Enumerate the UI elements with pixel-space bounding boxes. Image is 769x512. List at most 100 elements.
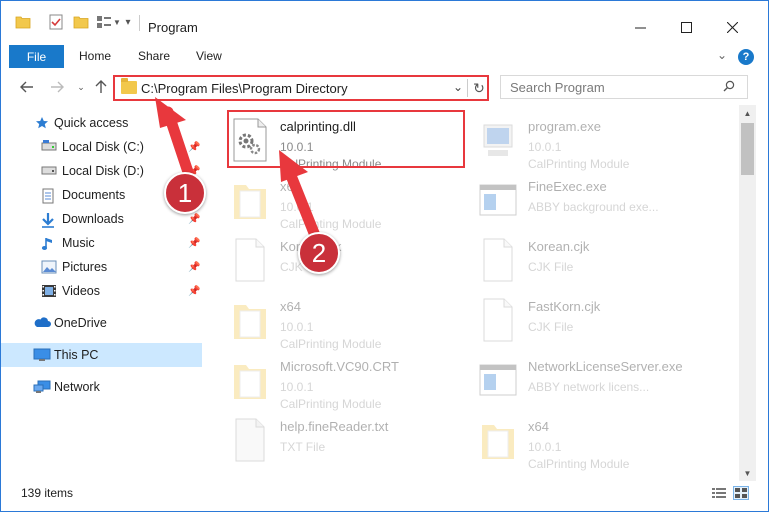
tab-view[interactable]: View [196, 49, 222, 63]
music-icon [41, 236, 57, 250]
folder-icon[interactable] [15, 13, 31, 31]
file-name: Microsoft.VC90.CRT [280, 359, 399, 374]
file-description: CalPrinting Module [528, 157, 630, 171]
file-name: FastKorn.cjk [528, 299, 601, 314]
folder-item-x64-2[interactable]: x64 10.0.1 CalPrinting Module [230, 293, 470, 351]
file-item-fineexec-exe[interactable]: FineExec.exe ABBY background exe... [478, 173, 718, 231]
address-bar[interactable]: C:\Program Files\Program Directory ⌄ ↻ [113, 75, 489, 101]
back-arrow-icon [20, 81, 33, 93]
sidebar-item-label: Local Disk (C:) [62, 140, 144, 154]
tab-home[interactable]: Home [79, 49, 111, 63]
ribbon-tabs: File Home Share View ⌄ ? [1, 45, 768, 69]
file-name: help.fineReader.txt [280, 419, 389, 434]
explorer-window: ▼ ▾ Program File Home Share View ⌄ ? ⌄ C… [0, 0, 769, 512]
search-input[interactable]: Search Program [500, 75, 748, 99]
file-description: CalPrinting Module [280, 217, 382, 231]
sidebar-item-label: Network [54, 380, 100, 394]
folder-item-x64-3[interactable]: x64 10.0.1 CalPrinting Module [478, 413, 718, 471]
pin-icon[interactable]: 📌 [188, 238, 200, 249]
file-description: CalPrinting Module [528, 457, 630, 471]
file-item-networklicenseserver-exe[interactable]: NetworkLicenseServer.exe ABBY network li… [478, 353, 718, 411]
sidebar-item-onedrive[interactable]: OneDrive [1, 311, 202, 335]
file-name: x64 [528, 419, 549, 434]
file-item-korean-cjk[interactable]: Korean.cjk CJK File [230, 233, 470, 291]
title-separator [139, 15, 140, 31]
documents-icon [41, 188, 57, 204]
forward-button[interactable] [47, 77, 67, 97]
exe-icon [478, 117, 522, 165]
properties-icon[interactable] [45, 13, 67, 31]
minimize-button[interactable] [617, 12, 663, 42]
navigation-pane: Quick access Local Disk (C:) 📌 Local Dis… [1, 109, 206, 479]
pin-icon[interactable]: 📌 [188, 262, 200, 273]
file-type: TXT File [280, 440, 326, 454]
customize-toolbar-icon[interactable]: ▾ [123, 13, 133, 31]
window-exe-icon [478, 357, 522, 405]
folder-doc-icon [230, 297, 274, 345]
folder-item-microsoft-vc90-crt[interactable]: Microsoft.VC90.CRT 10.0.1 CalPrinting Mo… [230, 353, 470, 411]
customize-view-icon[interactable] [95, 13, 113, 31]
pin-icon[interactable]: 📌 [188, 142, 200, 153]
back-button[interactable] [17, 77, 37, 97]
help-icon[interactable]: ? [738, 49, 754, 65]
sidebar-item-downloads[interactable]: Downloads 📌 [1, 207, 202, 231]
step-badge-2: 2 [298, 232, 340, 274]
file-version: 10.0.1 [528, 140, 562, 154]
file-item-help-finereader-txt[interactable]: help.fineReader.txt TXT File [230, 413, 470, 471]
file-item-program-exe[interactable]: program.exe 10.0.1 CalPrinting Module [478, 113, 718, 171]
file-name: NetworkLicenseServer.exe [528, 359, 683, 374]
address-path[interactable]: C:\Program Files\Program Directory [141, 81, 348, 96]
folder-item-x64[interactable]: x64 10.0.1 CalPrinting Module [230, 173, 470, 231]
text-file-icon [230, 417, 274, 465]
search-icon[interactable] [723, 80, 735, 95]
window-title: Program [148, 20, 198, 35]
blank-file-icon [478, 297, 522, 345]
file-item-fastkorn-cjk[interactable]: FastKorn.cjk CJK File [478, 293, 718, 351]
qa-dropdown-icon[interactable]: ▼ [113, 13, 121, 31]
recent-locations-icon[interactable]: ⌄ [71, 77, 91, 97]
file-highlight-box [227, 110, 465, 168]
up-arrow-icon [95, 80, 107, 93]
sidebar-item-quick-access[interactable]: Quick access [1, 111, 202, 135]
pin-icon[interactable]: 📌 [188, 286, 200, 297]
title-bar: ▼ ▾ Program [1, 1, 768, 41]
file-version: 10.0.1 [528, 440, 562, 454]
maximize-button[interactable] [663, 12, 709, 42]
scrollbar-thumb[interactable] [741, 123, 754, 175]
scroll-down-icon[interactable]: ▼ [739, 465, 756, 481]
file-item-korean-cjk-2[interactable]: Korean.cjk CJK File [478, 233, 718, 291]
cloud-icon [33, 316, 51, 330]
up-button[interactable] [91, 77, 111, 97]
details-view-icon[interactable] [711, 486, 727, 500]
file-version: 10.0.1 [280, 320, 314, 334]
expand-ribbon-icon[interactable]: ⌄ [717, 48, 727, 62]
sidebar-item-network[interactable]: Network [1, 375, 202, 399]
file-description: CalPrinting Module [280, 337, 382, 351]
window-exe-icon [478, 177, 522, 225]
large-icons-view-icon[interactable] [733, 486, 749, 500]
pin-icon[interactable]: 📌 [188, 214, 200, 225]
file-version: 10.0.1 [280, 200, 314, 214]
vertical-scrollbar[interactable]: ▲ ▼ [739, 105, 756, 481]
folder-doc-icon [230, 177, 274, 225]
file-version: 10.0.1 [280, 380, 314, 394]
chevron-down-icon[interactable]: ⌄ [453, 80, 463, 94]
refresh-icon[interactable]: ↻ [471, 79, 487, 97]
sidebar-item-music[interactable]: Music 📌 [1, 231, 202, 255]
sidebar-item-this-pc[interactable]: This PC [1, 343, 202, 367]
sidebar-item-pictures[interactable]: Pictures 📌 [1, 255, 202, 279]
scroll-up-icon[interactable]: ▲ [739, 105, 756, 121]
close-button[interactable] [709, 12, 755, 42]
sidebar-item-label: Downloads [62, 212, 124, 226]
address-separator [467, 79, 468, 97]
tab-file[interactable]: File [9, 45, 64, 68]
file-name: x64 [280, 299, 301, 314]
minimize-icon [634, 27, 646, 28]
sidebar-item-videos[interactable]: Videos 📌 [1, 279, 202, 303]
tab-share[interactable]: Share [138, 49, 170, 63]
navigation-bar: ⌄ C:\Program Files\Program Directory ⌄ ↻… [1, 73, 768, 103]
sidebar-item-local-disk-c[interactable]: Local Disk (C:) 📌 [1, 135, 202, 159]
new-folder-icon[interactable] [73, 13, 89, 31]
blank-file-icon [230, 237, 274, 285]
folder-doc-icon [478, 417, 522, 465]
